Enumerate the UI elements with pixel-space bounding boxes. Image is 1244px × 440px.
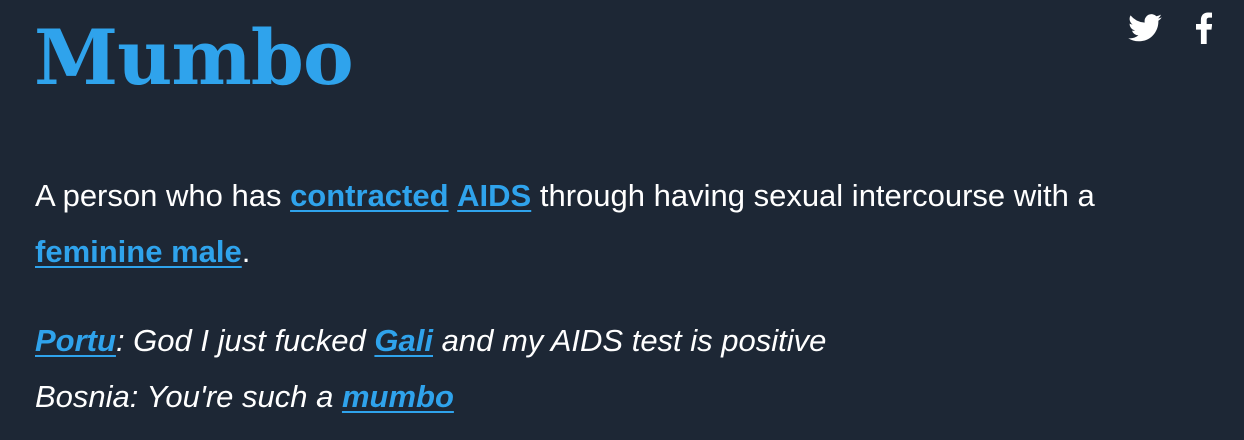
term-link-feminine-male[interactable]: feminine male [35, 234, 242, 269]
example-text: : God I just fucked [115, 323, 375, 358]
example-line: Bosnia: You're such a mumbo [35, 369, 1215, 425]
term-link-portu[interactable]: Portu [35, 323, 116, 358]
definition-meaning: A person who has contracted AIDS through… [35, 168, 1215, 280]
term-link-contracted[interactable]: contracted [290, 178, 448, 213]
facebook-icon[interactable] [1196, 12, 1212, 44]
term-link-mumbo[interactable]: mumbo [342, 379, 454, 414]
meaning-text [449, 178, 458, 213]
share-buttons [1128, 12, 1212, 44]
meaning-text: through having sexual intercourse with a [531, 178, 1095, 213]
meaning-text: A person who has [35, 178, 291, 213]
meaning-text: . [241, 234, 251, 269]
example-text: and my AIDS test is positive [433, 323, 827, 358]
term-link-aids[interactable]: AIDS [457, 178, 531, 213]
example-line: Portu: God I just fucked Gali and my AID… [35, 313, 1215, 369]
example-text: Bosnia: You're such a [35, 379, 342, 414]
twitter-icon[interactable] [1128, 14, 1162, 42]
definition-example: Portu: God I just fucked Gali and my AID… [35, 313, 1215, 425]
word-title[interactable]: Mumbo [34, 8, 354, 108]
term-link-gali[interactable]: Gali [374, 323, 433, 358]
